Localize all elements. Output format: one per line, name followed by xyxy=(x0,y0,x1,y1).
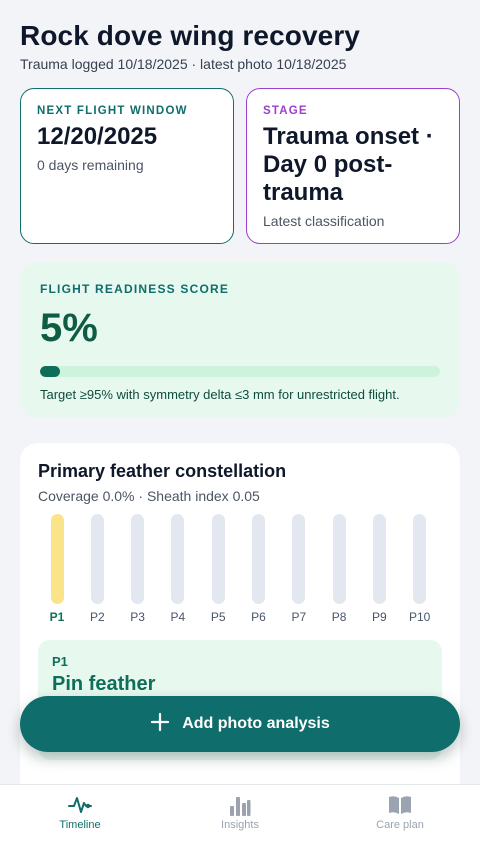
feather-detail-code: P1 xyxy=(52,654,68,669)
feather-p3[interactable]: P3 xyxy=(123,514,153,624)
feather-bar xyxy=(252,514,265,604)
readiness-progress-fill xyxy=(40,366,60,377)
tab-care-plan-label: Care plan xyxy=(376,819,424,831)
feather-p7[interactable]: P7 xyxy=(284,514,314,624)
book-icon xyxy=(350,793,450,817)
next-flight-card: NEXT FLIGHT WINDOW 12/20/2025 0 days rem… xyxy=(20,88,234,244)
feather-p6[interactable]: P6 xyxy=(244,514,274,624)
feather-bar xyxy=(90,514,104,604)
page-header: Rock dove wing recovery Trauma logged 10… xyxy=(20,18,460,72)
stage-note: Latest classification xyxy=(263,213,385,229)
feather-bar xyxy=(413,514,427,604)
days-remaining: 0 days remaining xyxy=(37,157,144,173)
feather-label: P2 xyxy=(89,610,105,624)
feather-row: P1 P2 P3 P4 P5 P6 P7 P8 P9 P10 xyxy=(38,514,442,624)
add-photo-analysis-label: Add photo analysis xyxy=(182,715,330,732)
stage-card: STAGE Trauma onset · Day 0 post-trauma L… xyxy=(246,88,460,244)
feather-label: P4 xyxy=(170,610,186,624)
tab-insights[interactable]: Insights xyxy=(190,793,290,831)
feather-bar xyxy=(372,514,386,604)
tab-timeline[interactable]: Timeline xyxy=(30,793,130,831)
feather-bar xyxy=(211,514,225,604)
feather-p8[interactable]: P8 xyxy=(324,514,354,624)
feather-bar xyxy=(171,514,185,604)
feather-p2[interactable]: P2 xyxy=(82,514,112,624)
readiness-progress-track xyxy=(40,366,440,377)
feather-bar xyxy=(50,514,64,604)
constellation-title: Primary feather constellation xyxy=(38,461,287,481)
feather-label: P6 xyxy=(251,610,266,624)
feather-label: P10 xyxy=(409,610,431,624)
feather-label: P1 xyxy=(49,610,65,624)
tab-insights-label: Insights xyxy=(221,819,259,831)
readiness-note: Target ≥95% with symmetry delta ≤3 mm fo… xyxy=(40,387,400,402)
next-flight-label: NEXT FLIGHT WINDOW xyxy=(37,105,188,117)
stage-value: Trauma onset · Day 0 post-trauma xyxy=(263,123,434,206)
feather-detail-name: Pin feather xyxy=(52,673,156,695)
feather-label: P9 xyxy=(372,610,387,624)
feather-bar xyxy=(332,514,346,604)
constellation-subtitle: Coverage 0.0% · Sheath index 0.05 xyxy=(38,488,260,504)
stage-label: STAGE xyxy=(263,105,308,117)
bottom-tab-bar: Timeline Insights Care plan xyxy=(0,784,480,844)
add-photo-analysis-button[interactable]: Add photo analysis xyxy=(20,696,460,752)
feather-label: P5 xyxy=(210,610,226,624)
plus-icon xyxy=(150,709,170,737)
feather-bar xyxy=(131,514,145,604)
feather-p10[interactable]: P10 xyxy=(405,514,435,624)
feather-p1[interactable]: P1 xyxy=(42,514,72,624)
page-title: Rock dove wing recovery xyxy=(20,20,360,51)
feather-label: P8 xyxy=(331,610,347,624)
pulse-icon xyxy=(30,793,130,817)
tab-timeline-label: Timeline xyxy=(59,819,101,831)
feather-p5[interactable]: P5 xyxy=(203,514,233,624)
next-flight-date: 12/20/2025 xyxy=(37,123,158,150)
feather-bar xyxy=(292,514,306,604)
feather-p4[interactable]: P4 xyxy=(163,514,193,624)
feather-p9[interactable]: P9 xyxy=(364,514,394,624)
bar-chart-icon xyxy=(190,793,290,817)
feather-label: P3 xyxy=(130,610,145,624)
page-subtitle: Trauma logged 10/18/2025 · latest photo … xyxy=(20,56,347,72)
tab-care-plan[interactable]: Care plan xyxy=(350,793,450,831)
feather-label: P7 xyxy=(291,610,307,624)
flight-readiness-card: FLIGHT READINESS SCORE 5% Target ≥95% wi… xyxy=(20,262,460,418)
readiness-score: 5% xyxy=(40,306,98,350)
readiness-label: FLIGHT READINESS SCORE xyxy=(40,282,230,296)
